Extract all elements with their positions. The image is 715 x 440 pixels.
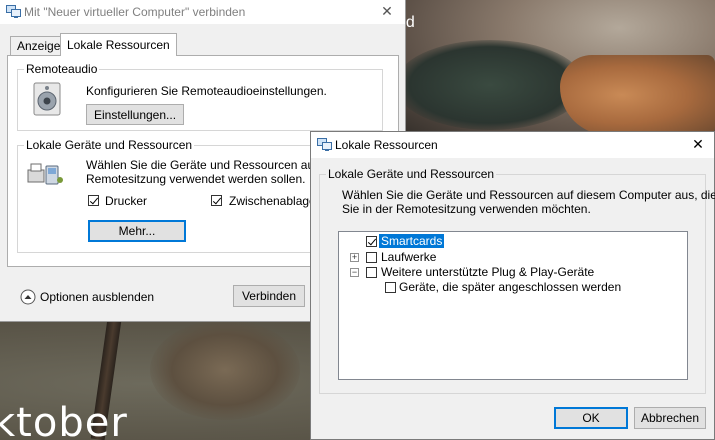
group-label-remoteaudio: Remoteaudio [24,62,100,76]
main-title-bar[interactable]: Mit "Neuer virtueller Computer" verbinde… [0,0,405,24]
resource-tree[interactable]: Smartcards + Laufwerke − Weitere unterst… [338,231,688,380]
dialog-group-label: Lokale Geräte und Ressourcen [326,167,497,181]
einstellungen-button[interactable]: Einstellungen... [86,104,184,125]
wallpaper-water [395,40,585,130]
local-devices-description-1: Wählen Sie die Geräte und Ressourcen aus… [86,158,343,172]
zwischenablage-checkbox[interactable] [211,195,222,206]
dialog-description-1: Wählen Sie die Geräte und Ressourcen auf… [342,188,715,202]
speaker-icon [33,82,61,116]
dialog-app-icon [317,138,332,151]
devices-icon [27,163,63,185]
pnp-checkbox[interactable] [366,267,377,278]
mehr-button[interactable]: Mehr... [88,220,186,242]
dialog-description-2: Sie in der Remotesitzung verwenden möcht… [342,202,591,216]
later-devices-checkbox[interactable] [385,282,396,293]
drucker-label: Drucker [105,194,148,208]
main-window-title: Mit "Neuer virtueller Computer" verbinde… [24,5,246,19]
dialog-close-icon[interactable]: ✕ [689,135,707,153]
verbinden-button[interactable]: Verbinden [233,285,305,307]
group-remoteaudio: Remoteaudio Konfigurieren Sie Remoteaudi… [17,62,383,131]
dialog-title: Lokale Ressourcen [335,138,438,152]
remoteaudio-description: Konfigurieren Sie Remoteaudioeinstellung… [86,84,327,98]
local-devices-description-2: Remotesitzung verwendet werden sollen. [86,172,306,186]
pnp-collapse-icon[interactable]: − [350,268,359,277]
tree-item-pnp[interactable]: Weitere unterstützte Plug & Play-Geräte [381,265,594,279]
wallpaper-text: ktober [0,400,128,440]
ok-button[interactable]: OK [554,407,628,429]
tab-lokale-ressourcen[interactable]: Lokale Ressourcen [60,33,177,56]
tree-item-laufwerke[interactable]: Laufwerke [381,250,436,264]
dialog-title-bar[interactable]: Lokale Ressourcen ✕ [311,132,714,158]
remote-desktop-icon [6,5,21,18]
tree-item-smartcards[interactable]: Smartcards [379,234,445,248]
optionen-ausblenden-link[interactable]: Optionen ausblenden [40,290,154,304]
abbrechen-button[interactable]: Abbrechen [634,407,706,429]
tab-anzeige[interactable]: Anzeige [10,36,68,56]
main-close-icon[interactable]: ✕ [378,2,396,20]
local-resources-dialog: Lokale Ressourcen ✕ Lokale Geräte und Re… [310,131,715,440]
tree-item-later-devices[interactable]: Geräte, die später angeschlossen werden [399,280,621,294]
collapse-chevron-icon[interactable] [20,289,36,305]
laufwerke-expand-icon[interactable]: + [350,253,359,262]
wallpaper-debris [150,320,300,420]
wallpaper-orange-rock [560,55,715,135]
laufwerke-checkbox[interactable] [366,252,377,263]
smartcards-checkbox[interactable] [366,236,377,247]
zwischenablage-label: Zwischenablage [229,194,316,208]
group-label-local-devices: Lokale Geräte und Ressourcen [24,138,195,152]
drucker-checkbox[interactable] [88,195,99,206]
